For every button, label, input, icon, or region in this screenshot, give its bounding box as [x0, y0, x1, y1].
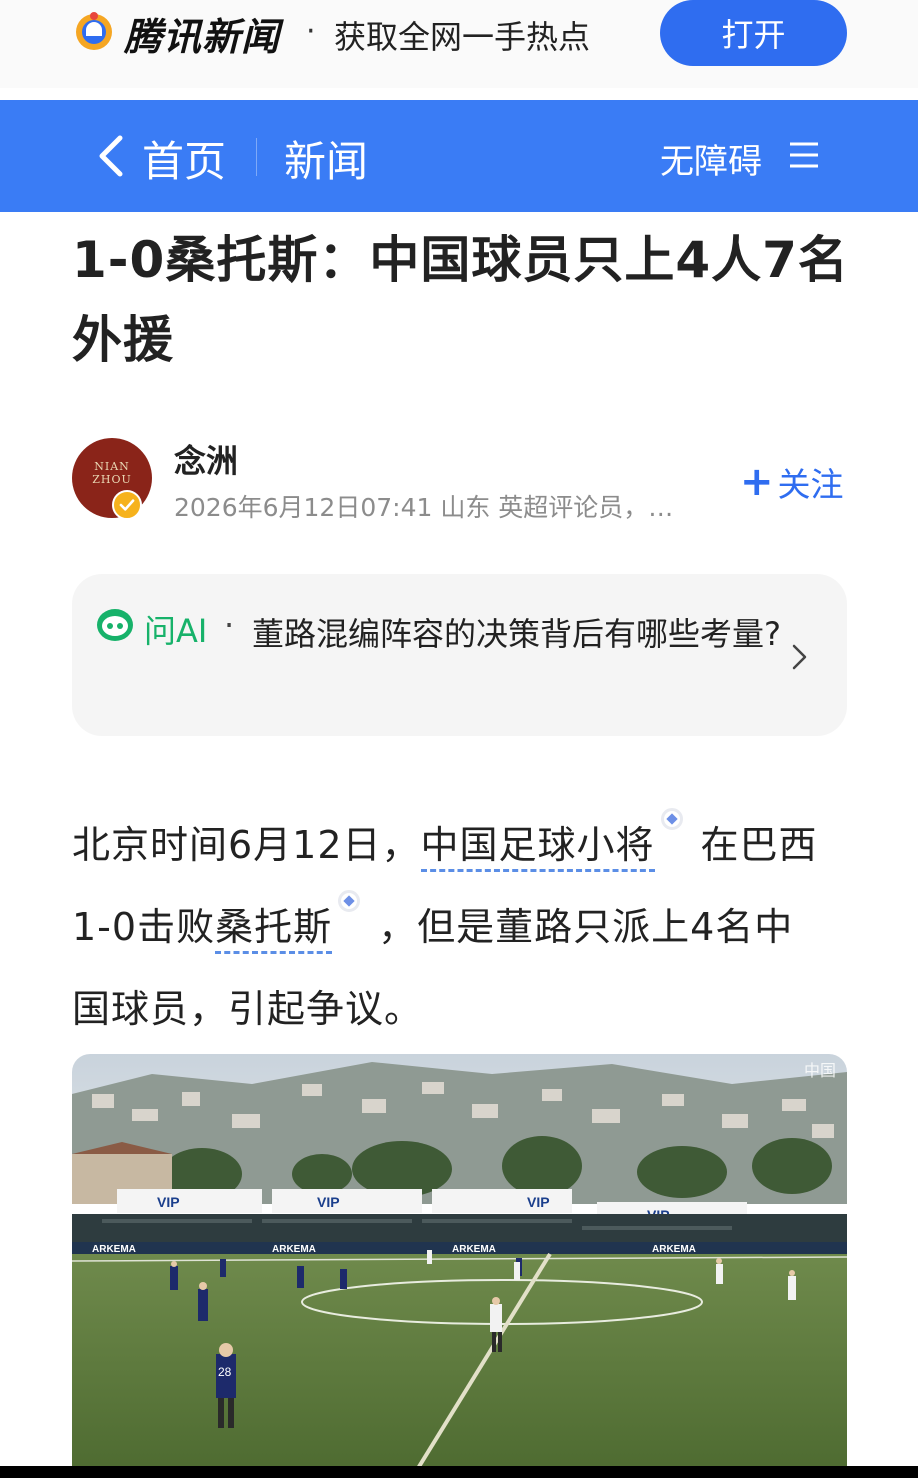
promo-brand: 腾讯新闻: [124, 15, 281, 59]
avatar-logo-text: NIAN ZHOU: [92, 460, 132, 486]
author-meta: 2026年6月12日07:41 山东 英超评论员，…: [174, 493, 674, 522]
watermark-text: 中国: [804, 1062, 836, 1080]
promo-separator: ·: [306, 14, 316, 49]
verified-badge-icon: [112, 490, 142, 520]
entity-tag-icon: [338, 890, 361, 912]
chevron-left-icon[interactable]: [92, 130, 132, 182]
ad-board-text: ARKEMA: [92, 1244, 136, 1255]
ai-question: 董路混编阵容的决策背后有哪些考量?: [252, 615, 781, 653]
ask-ai-separator: ·: [224, 606, 235, 644]
body-text-segment: 北京时间6月12日，: [72, 823, 421, 867]
top-nav-bar: 首页 新闻 无障碍: [0, 100, 918, 212]
ad-board-text: ARKEMA: [272, 1244, 316, 1255]
screen-bottom-edge: [0, 1466, 918, 1478]
follow-button[interactable]: + 关注: [740, 458, 844, 506]
article-paragraph: 北京时间6月12日，中国足球小将 在巴西1-0击败桑托斯 ，但是董路只派上4名中国球…: [72, 804, 832, 1050]
chevron-right-icon: [792, 644, 807, 670]
ad-board-text: VIP: [527, 1194, 550, 1210]
promo-slogan: 获取全网一手热点: [334, 18, 591, 56]
article-photo[interactable]: VIP VIP VIP VIP ARKEMA ARKEMA ARKEMA ARK…: [72, 1054, 847, 1478]
nav-news-link[interactable]: 新闻: [284, 128, 368, 189]
ask-ai-card[interactable]: 董路混编阵容的决策背后有哪些考量? 问AI ·: [72, 574, 847, 736]
ad-board-text: VIP: [317, 1194, 340, 1210]
plus-icon: +: [740, 459, 774, 505]
hamburger-icon[interactable]: [790, 140, 818, 170]
ask-ai-label: 问AI: [144, 612, 208, 650]
ad-board-text: ARKEMA: [652, 1244, 696, 1255]
ad-board-text: VIP: [157, 1194, 180, 1210]
player-number-text: 28: [218, 1365, 232, 1379]
entity-link-china-youth[interactable]: 中国足球小将: [420, 823, 655, 872]
follow-label: 关注: [777, 465, 844, 504]
article-title: 1-0桑托斯：中国球员只上4人7名外援: [72, 231, 849, 369]
open-app-button[interactable]: 打开: [660, 0, 847, 66]
nav-divider: [256, 138, 257, 176]
football-match-image: VIP VIP VIP VIP ARKEMA ARKEMA ARKEMA ARK…: [72, 1054, 847, 1478]
accessibility-link[interactable]: 无障碍: [660, 134, 762, 183]
app-promo-banner: 腾讯新闻 · 获取全网一手热点 打开: [0, 0, 918, 88]
entity-tag-icon: [660, 808, 683, 830]
author-name[interactable]: 念洲: [174, 436, 238, 482]
ad-board-text: ARKEMA: [452, 1244, 496, 1255]
ai-assistant-icon: [97, 609, 133, 641]
tencent-news-logo-icon: [76, 12, 112, 50]
nav-home-link[interactable]: 首页: [142, 128, 226, 189]
entity-link-santos[interactable]: 桑托斯: [215, 905, 333, 954]
